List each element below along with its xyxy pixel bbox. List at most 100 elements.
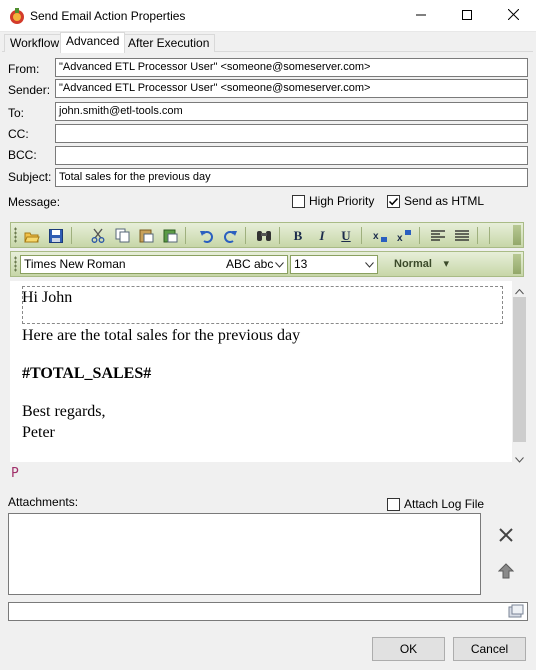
toolbar-grip[interactable] [14, 256, 17, 272]
tab-after-execution[interactable]: After Execution [122, 34, 216, 52]
cut-icon[interactable] [89, 227, 107, 244]
editor-line: Hi John [22, 289, 73, 306]
tab-workflow[interactable]: Workflow [4, 34, 66, 52]
dropdown-arrow-icon: ▾ [443, 258, 449, 270]
editor-line: #TOTAL_SALES# [22, 365, 152, 382]
title-bar: Send Email Action Properties [0, 0, 536, 32]
maximize-button[interactable] [444, 0, 490, 32]
subscript-icon[interactable]: x [371, 227, 389, 244]
superscript-icon[interactable]: x [395, 227, 413, 244]
align-left-icon[interactable] [429, 227, 447, 244]
attach-log-label: Attach Log File [404, 497, 485, 511]
font-size-select[interactable]: 13 [290, 255, 378, 274]
chevron-down-icon [363, 256, 375, 273]
selection-frame [22, 286, 503, 324]
sender-label: Sender: [8, 83, 51, 97]
high-priority-label: High Priority [309, 194, 375, 208]
save-icon[interactable] [47, 227, 65, 244]
cc-field[interactable] [55, 124, 528, 143]
minimize-icon [416, 9, 426, 23]
up-arrow-icon [497, 562, 515, 582]
window-title: Send Email Action Properties [30, 9, 186, 23]
toolbar-overflow-button[interactable] [513, 225, 521, 245]
cancel-button[interactable]: Cancel [453, 637, 526, 661]
editor-status-bar: P [10, 463, 514, 485]
scroll-up-icon[interactable] [515, 284, 524, 298]
editor-line: Here are the total sales for the previou… [22, 327, 301, 344]
bcc-field[interactable] [55, 146, 528, 165]
open-icon[interactable] [23, 227, 41, 244]
svg-text:x: x [373, 231, 379, 242]
maximize-icon [462, 9, 472, 23]
attachment-path-field[interactable] [8, 602, 528, 621]
message-editor[interactable]: Hi John Here are the total sales for the… [10, 281, 512, 462]
toolbar-separator [477, 227, 478, 244]
justify-icon[interactable] [453, 227, 471, 244]
paragraph-style-value: Normal [394, 258, 432, 270]
attachments-list[interactable] [8, 513, 481, 595]
move-up-button[interactable] [494, 560, 518, 584]
underline-icon[interactable]: U [337, 227, 355, 244]
redo-icon[interactable] [221, 227, 239, 244]
minimize-button[interactable] [398, 0, 444, 32]
paste-icon[interactable] [137, 227, 155, 244]
bold-icon[interactable]: B [289, 227, 307, 244]
subject-field[interactable]: Total sales for the previous day [55, 168, 528, 187]
font-name-select[interactable]: Times New Roman ABC abc [20, 255, 288, 274]
editor-scrollbar[interactable] [512, 281, 527, 463]
close-button[interactable] [490, 0, 536, 32]
toolbar-grip[interactable] [14, 227, 17, 243]
undo-icon[interactable] [197, 227, 215, 244]
high-priority-box[interactable] [292, 194, 305, 208]
attach-log-box[interactable] [387, 497, 400, 511]
sender-field[interactable]: "Advanced ETL Processor User" <someone@s… [55, 79, 528, 98]
toolbar-separator [245, 227, 246, 244]
scroll-down-icon[interactable] [515, 452, 524, 466]
attachments-label: Attachments: [8, 495, 79, 509]
editor-line: Peter [22, 424, 55, 441]
cc-label: CC: [8, 127, 29, 141]
tab-advanced[interactable]: Advanced [60, 32, 126, 53]
paragraph-style-select[interactable]: Normal ▾ [384, 255, 452, 274]
checkmark-icon [388, 197, 399, 205]
toolbar-separator [419, 227, 420, 244]
font-size-value: 13 [294, 257, 308, 271]
browse-icon[interactable] [508, 604, 524, 622]
high-priority-checkbox[interactable]: High Priority [292, 194, 374, 208]
from-label: From: [8, 62, 40, 76]
italic-icon[interactable]: I [313, 227, 331, 244]
from-field[interactable]: "Advanced ETL Processor User" <someone@s… [55, 58, 528, 77]
font-preview: ABC abc [226, 257, 274, 271]
subject-label: Subject: [8, 170, 52, 184]
send-as-html-box[interactable] [387, 194, 400, 208]
send-as-html-checkbox[interactable]: Send as HTML [387, 194, 484, 208]
ok-button[interactable]: OK [372, 637, 445, 661]
to-field[interactable]: john.smith@etl-tools.com [55, 102, 528, 121]
send-as-html-label: Send as HTML [404, 194, 485, 208]
chevron-down-icon [273, 256, 285, 273]
message-label: Message: [8, 195, 61, 209]
bcc-label: BCC: [8, 148, 37, 162]
scroll-thumb[interactable] [513, 297, 526, 442]
find-icon[interactable] [255, 227, 273, 244]
close-icon [507, 8, 519, 23]
svg-text:x: x [397, 233, 403, 243]
app-icon [8, 7, 26, 25]
tag-indicator: P [11, 466, 19, 481]
format-toolbar: Times New Roman ABC abc 13 Normal ▾ [10, 251, 524, 277]
font-name-value: Times New Roman [24, 257, 126, 271]
copy-icon[interactable] [113, 227, 131, 244]
remove-attachment-button[interactable] [494, 524, 518, 548]
toolbar-separator [361, 227, 362, 244]
to-label: To: [8, 106, 25, 120]
editor-line: Best regards, [22, 403, 106, 420]
toolbar-overflow-button[interactable] [513, 254, 521, 274]
toolbar-separator [71, 227, 72, 244]
toolbar-separator [489, 227, 490, 244]
toolbar-separator [279, 227, 280, 244]
delete-icon [499, 527, 513, 545]
edit-toolbar: B I U x x [10, 222, 524, 248]
paste-special-icon[interactable] [161, 227, 179, 244]
toolbar-separator [185, 227, 186, 244]
attach-log-checkbox[interactable]: Attach Log File [387, 497, 484, 511]
